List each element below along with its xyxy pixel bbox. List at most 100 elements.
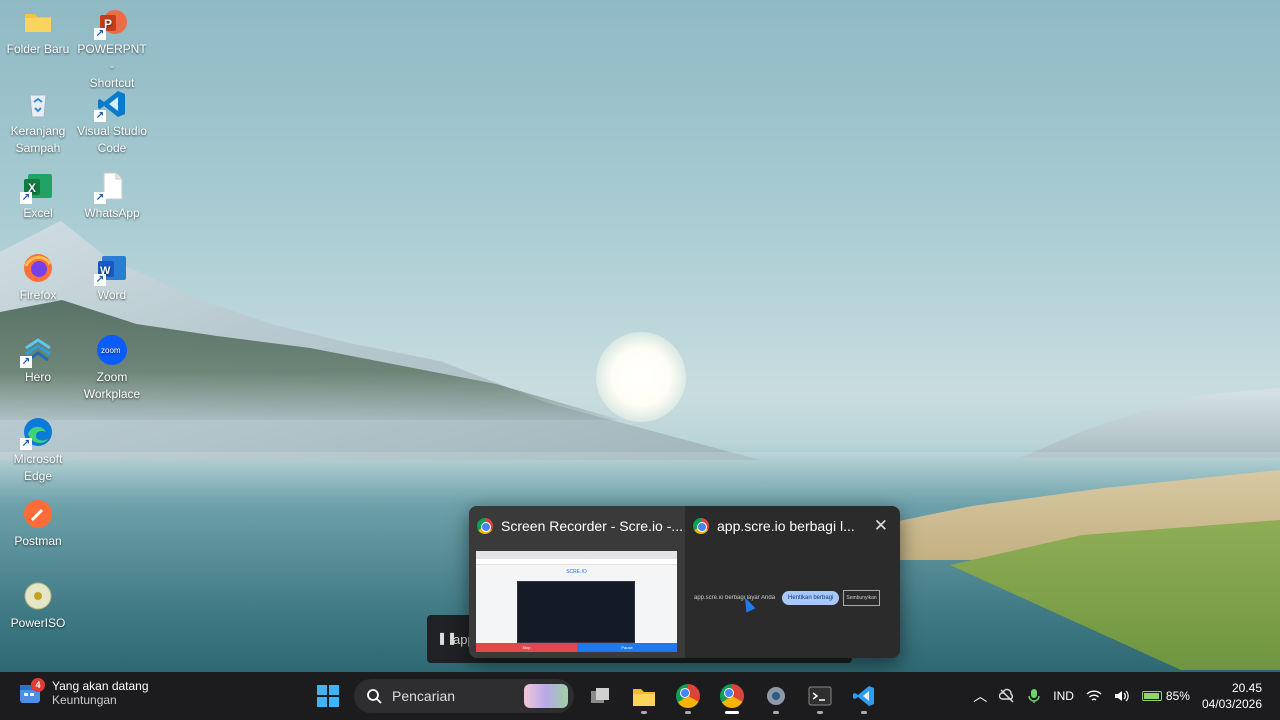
taskbar-settings[interactable] [758,678,794,714]
input-language[interactable]: IND [1053,689,1074,703]
battery-percent: 85% [1165,689,1190,703]
thumbnail-logo: SCRE.IO [566,569,587,575]
desktop-icon-label: POWERPNT - [77,42,147,73]
taskbar-vscode[interactable] [846,678,882,714]
close-icon[interactable]: ✕ [874,516,888,536]
thumbnail-video [517,581,635,643]
shortcut-arrow-icon: ↗ [20,438,32,450]
desktop-icon-label-line2: Edge [23,469,53,483]
vscode-icon [853,686,874,706]
wallpaper-distant-hill [1020,388,1280,458]
taskbar-terminal[interactable] [802,678,838,714]
taskbar-file-explorer[interactable] [626,678,662,714]
shortcut-arrow-icon: ↗ [94,274,106,286]
desktop-icon-label: Postman [14,534,62,548]
desktop-icon-folder-baru[interactable]: Folder Baru [0,2,76,58]
chrome-icon [477,518,493,534]
thumbnail-stop-button: Stop [476,643,577,652]
desktop-icon-word[interactable]: W ↗ Word [74,248,150,304]
desktop-icon-microsoft-edge[interactable]: ↗ Microsoft Edge [0,412,76,485]
desktop-icon-powerpnt-shortcut[interactable]: P ↗ POWERPNT - Shortcut [74,2,150,92]
zoom-icon: zoom [96,334,128,366]
microphone-icon[interactable] [1027,688,1041,704]
desktop-icon-excel[interactable]: X ↗ Excel [0,166,76,222]
desktop-icon-label: Firefox [19,288,57,302]
thumbnail-tabbar [476,551,677,559]
taskbar-chrome-1[interactable] [670,678,706,714]
taskbar-window-preview: Screen Recorder - Scre.io -... SCRE.IO S… [469,506,900,658]
search-icon [367,689,382,704]
preview-window-screen-recorder[interactable]: Screen Recorder - Scre.io -... SCRE.IO S… [469,506,685,658]
thumbnail-pause-button: Pause [577,643,677,652]
battery-indicator[interactable]: 85% [1141,689,1190,703]
hero-icon: ↗ [20,334,54,368]
shortcut-arrow-icon: ↗ [94,110,106,122]
wifi-icon[interactable] [1086,689,1102,703]
desktop-icon-zoom-workplace[interactable]: zoom Zoom Workplace [74,330,150,403]
desktop-icon-label-line2: Code [97,141,127,155]
desktop-icon-label-line2: Workplace [83,387,141,401]
postman-icon [22,498,54,530]
taskbar-apps: Pencarian [310,678,882,714]
preview-thumbnail: SCRE.IO Scre.io Video Stop Pause [476,551,677,652]
desktop-icon-label: PowerISO [10,616,66,630]
desktop-icon-label: Word [97,288,127,302]
edge-icon: ↗ [20,416,54,450]
taskbar-chrome-2[interactable] [714,678,750,714]
shortcut-arrow-icon: ↗ [20,192,32,204]
poweriso-icon [22,580,54,612]
shortcut-arrow-icon: ↗ [20,356,32,368]
clock-time: 20.45 [1231,681,1262,695]
widgets-button[interactable]: 4 Yang akan datang Keuntungan [18,678,149,707]
notification-badge: 4 [31,678,45,692]
preview-window-sharing[interactable]: app.scre.io berbagi l... ✕ app.scre.io b… [685,506,900,658]
desktop-icon-label: Microsoft [13,452,63,466]
desktop-icon-hero[interactable]: ↗ Hero [0,330,76,386]
chrome-icon [720,684,744,708]
speaker-icon[interactable] [1114,689,1130,703]
folder-icon [22,6,54,38]
excel-icon: X ↗ [20,170,54,204]
zoom-glyph: zoom [101,346,121,355]
gear-icon [767,687,785,705]
desktop-icon-whatsapp[interactable]: ↗ WhatsApp [74,166,150,222]
desktop-icon-recycle-bin[interactable]: Keranjang Sampah [0,84,76,157]
windows-icon [317,685,339,707]
running-indicator [773,711,779,714]
desktop-icon-visual-studio-code[interactable]: ↗ Visual Studio Code [74,84,150,157]
start-button[interactable] [310,678,346,714]
thumbnail-share-text: app.scre.io berbagi layar Anda [694,595,776,601]
thumbnail-stop-sharing-button: Hentikan berbagi [782,591,840,605]
running-indicator [641,711,647,714]
preview-title: Screen Recorder - Scre.io -... [477,518,683,534]
desktop-icon-label: Excel [23,206,53,220]
wallpaper-sun [596,332,686,422]
desktop-icon-label: WhatsApp [84,206,140,220]
search-highlight-image [524,684,568,708]
desktop-icon-label: Visual Studio [77,124,147,138]
folder-icon [633,689,655,706]
powerpoint-icon: P ↗ [94,6,128,40]
task-view-button[interactable] [582,678,618,714]
desktop-icon-postman[interactable]: Postman [0,494,76,550]
recycle-bin-icon [22,88,54,120]
firefox-icon [22,252,54,284]
active-indicator [725,711,739,714]
battery-icon [1141,691,1162,701]
desktop-icon-firefox[interactable]: Firefox [0,248,76,304]
clock-date: 04/03/2026 [1201,697,1262,711]
shortcut-arrow-icon: ↗ [94,192,106,204]
cloud-off-icon[interactable] [999,688,1015,704]
desktop-icon-label: Keranjang [10,124,66,138]
chrome-icon [676,684,700,708]
clock[interactable]: 20.45 04/03/2026 [1202,680,1262,712]
preview-title-text: Screen Recorder - Scre.io -... [501,518,684,534]
taskbar-search[interactable]: Pencarian [354,679,574,713]
running-indicator [817,711,823,714]
desktop-icon-poweriso[interactable]: PowerISO [0,576,76,632]
preview-thumbnail: app.scre.io berbagi layar Anda Hentikan … [694,587,890,609]
file-icon: ↗ [94,170,128,204]
preview-title: app.scre.io berbagi l... [693,518,855,534]
chrome-icon [693,518,709,534]
chevron-up-icon[interactable]: ︿ [973,686,987,706]
